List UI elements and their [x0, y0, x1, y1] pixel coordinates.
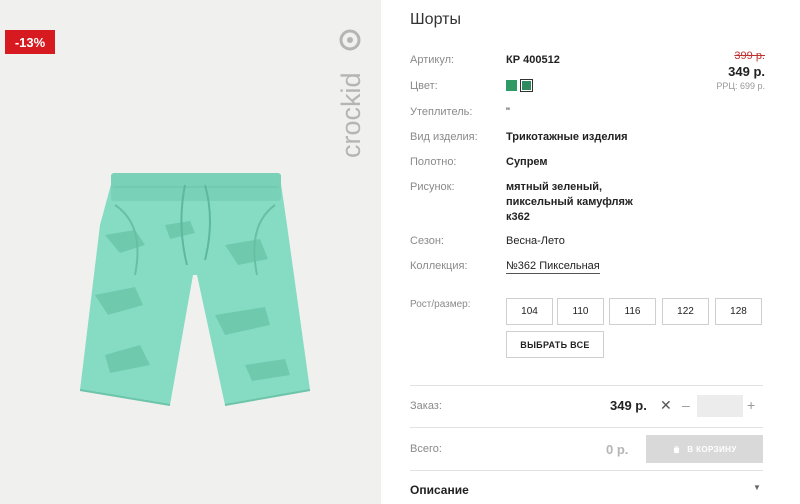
increment-button[interactable]: + — [747, 397, 755, 413]
attr-label-fabric: Полотно: — [410, 156, 457, 168]
size-label: Рост/размер: — [410, 299, 471, 310]
pattern-line: к362 — [506, 211, 530, 223]
select-all-button[interactable]: ВЫБРАТЬ ВСЕ — [506, 331, 604, 358]
chevron-down-icon[interactable]: ▼ — [753, 483, 761, 492]
attr-label-type: Вид изделия: — [410, 131, 478, 143]
cart-icon — [674, 445, 680, 453]
size-option[interactable]: 128 — [715, 298, 762, 325]
divider — [410, 385, 763, 386]
attr-label-collection: Коллекция: — [410, 260, 468, 272]
size-option[interactable]: 122 — [662, 298, 709, 325]
attr-label-season: Сезон: — [410, 235, 444, 247]
attr-label-pattern: Рисунок: — [410, 181, 455, 193]
product-details: Шорты Артикул: КР 400512 Цвет: Утеплител… — [410, 0, 765, 504]
attr-label-sku: Артикул: — [410, 54, 455, 66]
size-option[interactable]: 116 — [609, 298, 656, 325]
attr-label-color: Цвет: — [410, 80, 438, 92]
close-icon[interactable]: ✕ — [660, 397, 672, 414]
attr-value-insulation: " — [506, 106, 510, 118]
order-label: Заказ: — [410, 400, 442, 412]
product-image[interactable] — [75, 165, 315, 410]
attr-value-type: Трикотажные изделия — [506, 131, 628, 143]
pattern-line: пиксельный камуфляж — [506, 196, 633, 208]
divider — [410, 427, 763, 428]
total-label: Всего: — [410, 443, 442, 455]
quantity-input[interactable] — [697, 395, 743, 417]
decrement-button[interactable]: – — [682, 397, 690, 413]
collection-link[interactable]: №362 Пиксельная — [506, 260, 600, 274]
attr-label-insulation: Утеплитель: — [410, 106, 473, 118]
size-option[interactable]: 110 — [557, 298, 604, 325]
brand-watermark: crockid — [336, 29, 366, 158]
color-swatch[interactable] — [506, 80, 517, 91]
product-title: Шорты — [410, 11, 461, 28]
rrp-price: РРЦ: 699 р. — [716, 81, 765, 91]
add-to-cart-label: В КОРЗИНУ — [687, 444, 737, 454]
color-swatch-selected[interactable] — [520, 79, 533, 92]
total-value: 0 р. — [606, 442, 629, 457]
old-price: 399 р. — [734, 50, 765, 62]
attr-value-sku: КР 400512 — [506, 54, 560, 66]
pattern-line: мятный зеленый, — [506, 181, 603, 193]
attr-value-pattern: мятный зеленый, пиксельный камуфляж к362 — [506, 180, 633, 225]
description-toggle[interactable]: Описание — [410, 483, 469, 497]
attr-value-season: Весна-Лето — [506, 235, 565, 247]
add-to-cart-button[interactable]: В КОРЗИНУ — [646, 435, 763, 463]
divider — [410, 470, 763, 471]
watermark-text: crockid — [336, 72, 366, 158]
attr-value-collection: №362 Пиксельная — [506, 260, 600, 274]
current-price: 349 р. — [728, 64, 765, 79]
product-gallery: -13% crockid — [0, 0, 381, 504]
discount-badge: -13% — [5, 30, 55, 54]
order-price: 349 р. — [610, 398, 647, 413]
size-option[interactable]: 104 — [506, 298, 553, 325]
attr-value-fabric: Супрем — [506, 156, 548, 168]
